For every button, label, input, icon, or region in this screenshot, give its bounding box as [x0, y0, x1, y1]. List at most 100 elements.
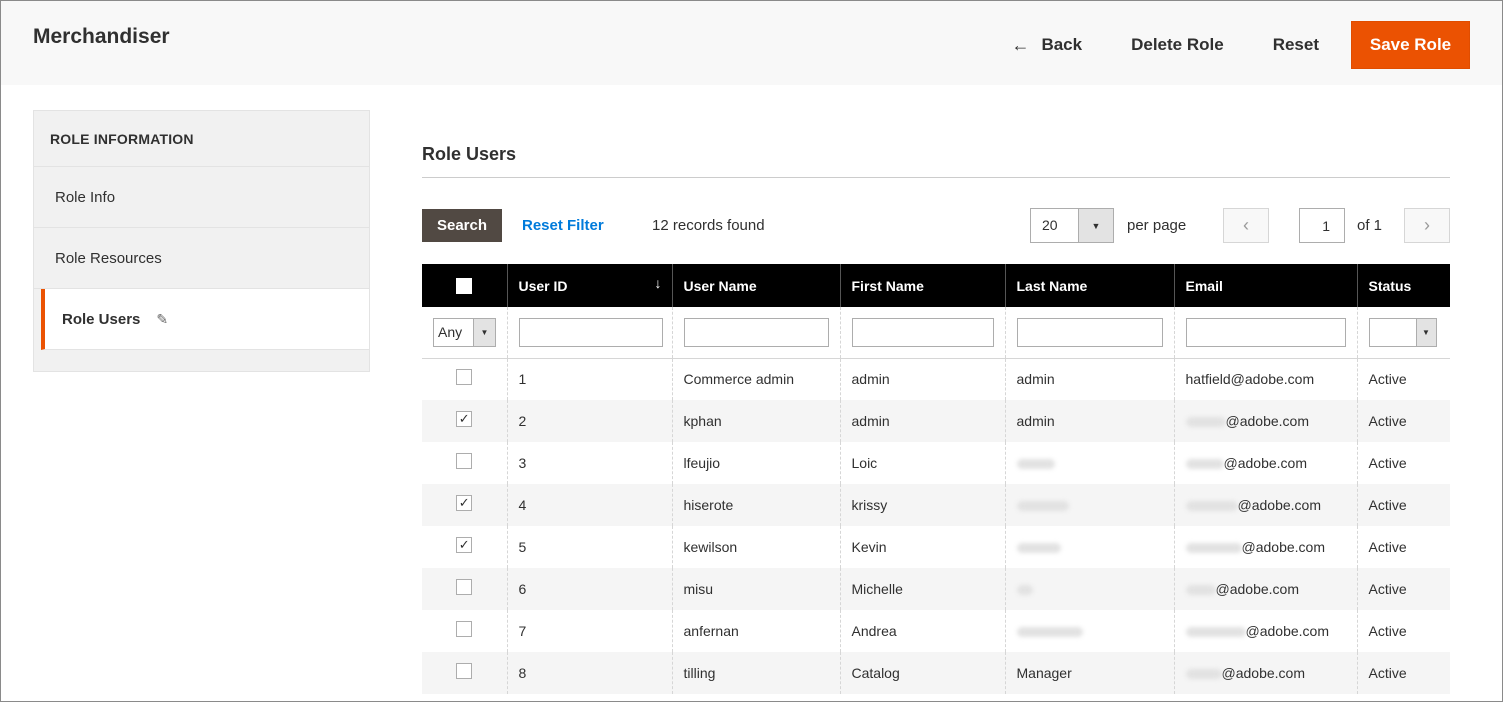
user-name-cell: Commerce admin	[671, 358, 840, 400]
row-checkbox[interactable]: ✓	[456, 410, 473, 427]
user-name-filter-input[interactable]	[683, 317, 829, 347]
last-name-cell: Manager	[1004, 652, 1174, 694]
chevron-down-icon: ▼	[1078, 209, 1113, 242]
status-cell: Active	[1356, 358, 1450, 400]
first-name-cell: krissy	[839, 484, 1005, 526]
next-page-button[interactable]: ›	[1404, 208, 1450, 243]
last-name-cell: admin	[1004, 400, 1174, 442]
table-header-row: User ID ↓ User Name First Name Last Name …	[422, 264, 1450, 307]
pencil-icon: ✎	[156, 310, 169, 327]
checkmark-icon: ✓	[458, 494, 470, 510]
row-checkbox[interactable]: ✓	[456, 494, 473, 511]
page-number-input[interactable]: 1	[1299, 208, 1345, 243]
email-cell: @adobe.com	[1173, 484, 1357, 526]
row-select-cell[interactable]: ✓	[422, 526, 507, 568]
page-actions: ← Back Delete Role Reset Save Role	[962, 21, 1470, 69]
table-row[interactable]: 1 Commerce admin admin admin hatfield@adobe.…	[422, 358, 1450, 400]
row-checkbox[interactable]	[456, 620, 473, 637]
table-row[interactable]: 6 misu Michelle @adobe.com Active	[422, 568, 1450, 610]
status-cell: Active	[1356, 652, 1450, 694]
row-checkbox[interactable]	[456, 662, 473, 679]
last-name-text: Manager	[1016, 665, 1072, 681]
per-page-select[interactable]: 20 ▼	[1030, 208, 1114, 243]
email-text: @adobe.com	[1223, 455, 1307, 471]
email-filter-input[interactable]	[1185, 317, 1346, 347]
row-checkbox[interactable]	[456, 368, 473, 385]
user-name-cell: anfernan	[671, 610, 840, 652]
row-select-cell[interactable]	[422, 652, 507, 694]
page-total-label: of 1	[1357, 217, 1383, 234]
in-role-filter-select[interactable]: Any ▼	[433, 317, 496, 347]
last-name-cell: admin	[1004, 358, 1174, 400]
column-last-name[interactable]: Last Name	[1004, 264, 1174, 307]
sort-down-icon: ↓	[654, 275, 662, 291]
user-id-filter-input[interactable]	[518, 317, 663, 347]
user-name-cell: tilling	[671, 652, 840, 694]
row-select-cell[interactable]	[422, 568, 507, 610]
reset-filter-link[interactable]: Reset Filter	[522, 217, 604, 234]
chevron-down-icon: ▼	[1415, 318, 1436, 346]
first-name-cell: Catalog	[839, 652, 1005, 694]
user-id-cell: 8	[506, 652, 672, 694]
row-checkbox[interactable]	[456, 578, 473, 595]
column-status[interactable]: Status	[1356, 264, 1450, 307]
reset-button[interactable]: Reset	[1273, 35, 1319, 55]
redacted-text	[1185, 459, 1224, 470]
redacted-text	[1185, 669, 1222, 680]
back-label: Back	[1041, 35, 1083, 54]
row-select-cell[interactable]	[422, 358, 507, 400]
user-id-cell: 5	[506, 526, 672, 568]
first-name-cell: admin	[839, 358, 1005, 400]
sidebar-item-role-resources[interactable]: Role Resources	[34, 228, 369, 289]
user-id-cell: 3	[506, 442, 672, 484]
sidebar-item-role-users[interactable]: Role Users ✎	[41, 289, 369, 350]
last-name-cell	[1004, 484, 1174, 526]
table-row[interactable]: 8 tilling Catalog Manager @adobe.com Active	[422, 652, 1450, 694]
column-email[interactable]: Email	[1173, 264, 1357, 307]
search-button[interactable]: Search	[422, 209, 502, 242]
table-row[interactable]: 7 anfernan Andrea @adobe.com Active	[422, 610, 1450, 652]
email-cell: @adobe.com	[1173, 610, 1357, 652]
row-select-cell[interactable]	[422, 610, 507, 652]
email-cell: @adobe.com	[1173, 568, 1357, 610]
select-all-header[interactable]	[422, 264, 507, 307]
status-cell: Active	[1356, 484, 1450, 526]
row-select-cell[interactable]: ✓	[422, 484, 507, 526]
redacted-text	[1016, 585, 1033, 596]
first-name-cell: Kevin	[839, 526, 1005, 568]
row-select-cell[interactable]	[422, 442, 507, 484]
filter-row: Any ▼ ▼	[422, 307, 1450, 359]
last-name-filter-input[interactable]	[1016, 317, 1163, 347]
row-checkbox[interactable]: ✓	[456, 536, 473, 553]
last-name-cell	[1004, 568, 1174, 610]
status-cell: Active	[1356, 568, 1450, 610]
select-all-checkbox[interactable]	[456, 278, 473, 295]
delete-role-button[interactable]: Delete Role	[1131, 35, 1224, 55]
first-name-filter-input[interactable]	[851, 317, 994, 347]
previous-page-button[interactable]: ‹	[1223, 208, 1269, 243]
grid-toolbar: Search Reset Filter 12 records found 20 …	[422, 208, 1450, 243]
user-id-cell: 4	[506, 484, 672, 526]
email-cell: @adobe.com	[1173, 526, 1357, 568]
user-id-cell: 2	[506, 400, 672, 442]
last-name-cell	[1004, 442, 1174, 484]
section-title: Role Users	[422, 144, 517, 164]
arrow-left-icon: ←	[1011, 34, 1030, 55]
save-role-button[interactable]: Save Role	[1351, 21, 1470, 69]
column-user-name[interactable]: User Name	[671, 264, 840, 307]
row-checkbox[interactable]	[456, 452, 473, 469]
email-text: hatfield@adobe.com	[1185, 371, 1315, 388]
sidebar-item-role-info[interactable]: Role Info	[34, 167, 369, 228]
sidebar-title: ROLE INFORMATION	[34, 111, 369, 167]
row-select-cell[interactable]: ✓	[422, 400, 507, 442]
redacted-text	[1185, 417, 1226, 428]
sidebar-item-label: Role Resources	[55, 249, 162, 267]
back-button[interactable]: ← Back	[1011, 35, 1082, 56]
status-filter-select[interactable]: ▼	[1368, 317, 1437, 347]
table-row[interactable]: 3 lfeujio Loic @adobe.com Active	[422, 442, 1450, 484]
table-row[interactable]: ✓ 4 hiserote krissy @adobe.com Active	[422, 484, 1450, 526]
column-user-id[interactable]: User ID ↓	[506, 264, 672, 307]
column-first-name[interactable]: First Name	[839, 264, 1005, 307]
table-row[interactable]: ✓ 2 kphan admin admin @adobe.com Active	[422, 400, 1450, 442]
table-row[interactable]: ✓ 5 kewilson Kevin @adobe.com Active	[422, 526, 1450, 568]
